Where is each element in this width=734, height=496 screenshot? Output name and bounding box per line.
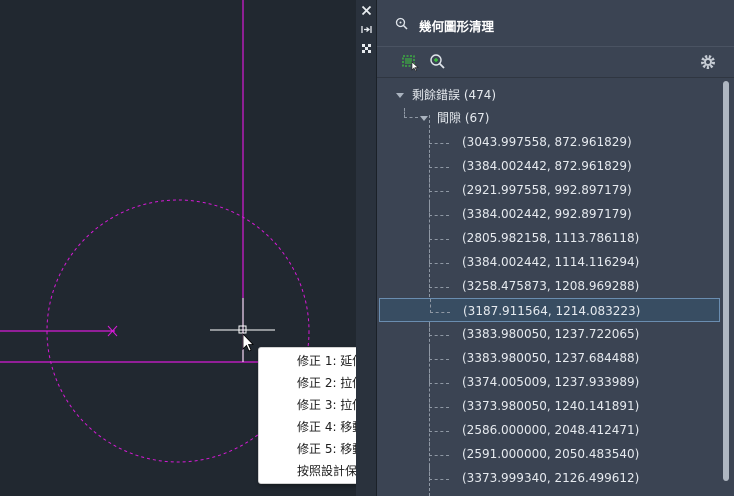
mouse-pointer-icon [242, 333, 254, 352]
expand-group-icon[interactable] [420, 116, 428, 121]
tree-item[interactable]: (2805.982158, 1113.786118) [377, 226, 720, 250]
zoom-selection-icon[interactable] [428, 52, 448, 72]
tree-item[interactable]: (3374.005009, 1237.933989) [377, 370, 720, 394]
geometry-cleanup-palette: 幾何圖形清理 剩餘錯誤 (474) 間隙 (67) (3043.997558, … [377, 0, 734, 496]
tree-item-selected[interactable]: (3187.911564, 1214.083223) [379, 298, 720, 322]
drawing-canvas[interactable]: 修正 1: 延伸/修剪 修正 2: 拉伸 修正 3: 拉伸 修正 4: 移動 修… [0, 0, 449, 496]
scrollbar-thumb[interactable] [723, 81, 729, 481]
tree-item[interactable]: (3373.980050, 1240.141891) [377, 394, 720, 418]
tree-item[interactable]: (3384.002442, 992.897179) [377, 202, 720, 226]
palette-title-strip [356, 0, 377, 496]
menu-item-fix-5[interactable]: 修正 5: 移動 [297, 438, 364, 460]
tree-item[interactable]: (2586.000000, 2048.412471) [377, 418, 720, 442]
auto-hide-icon[interactable] [359, 22, 374, 37]
properties-icon[interactable] [359, 41, 374, 56]
expand-root-icon[interactable] [396, 93, 404, 98]
palette-header: 幾何圖形清理 [377, 0, 734, 46]
tree-scrollbar[interactable] [720, 79, 734, 496]
palette-toolbar [377, 46, 734, 78]
tree-connector [404, 108, 418, 118]
tree-item[interactable]: (3384.002442, 1114.116294) [377, 250, 720, 274]
tree-group-gaps[interactable]: 間隙 (67) [437, 106, 489, 130]
tree-item[interactable]: (2921.997558, 992.897179) [377, 178, 720, 202]
gear-icon[interactable] [698, 52, 718, 72]
palette-title: 幾何圖形清理 [419, 19, 495, 34]
error-tree: 剩餘錯誤 (474) 間隙 (67) (3043.997558, 872.961… [377, 79, 720, 496]
tree-item[interactable]: (3258.475873, 1208.969288) [377, 274, 720, 298]
tree-item[interactable]: (3043.997558, 872.961829) [377, 130, 720, 154]
menu-item-fix-4[interactable]: 修正 4: 移動 [297, 416, 364, 438]
close-icon[interactable] [359, 3, 374, 18]
autocad-window: 修正 1: 延伸/修剪 修正 2: 拉伸 修正 3: 拉伸 修正 4: 移動 修… [0, 0, 734, 496]
select-objects-icon[interactable] [401, 52, 421, 72]
magnifier-sparkle-icon [394, 16, 410, 36]
tree-item[interactable]: (3383.980050, 1237.722065) [377, 322, 720, 346]
menu-item-fix-2[interactable]: 修正 2: 拉伸 [297, 372, 364, 394]
menu-item-fix-3[interactable]: 修正 3: 拉伸 [297, 394, 364, 416]
tree-item[interactable]: (3383.980050, 1237.684488) [377, 346, 720, 370]
tree-item[interactable]: (3384.002442, 872.961829) [377, 154, 720, 178]
tree-root-remaining-errors[interactable]: 剩餘錯誤 (474) [412, 83, 496, 107]
tree-item[interactable]: (3373.999340, 2126.499612) [377, 466, 720, 490]
tree-item[interactable]: (2591.000000, 2050.483540) [377, 442, 720, 466]
